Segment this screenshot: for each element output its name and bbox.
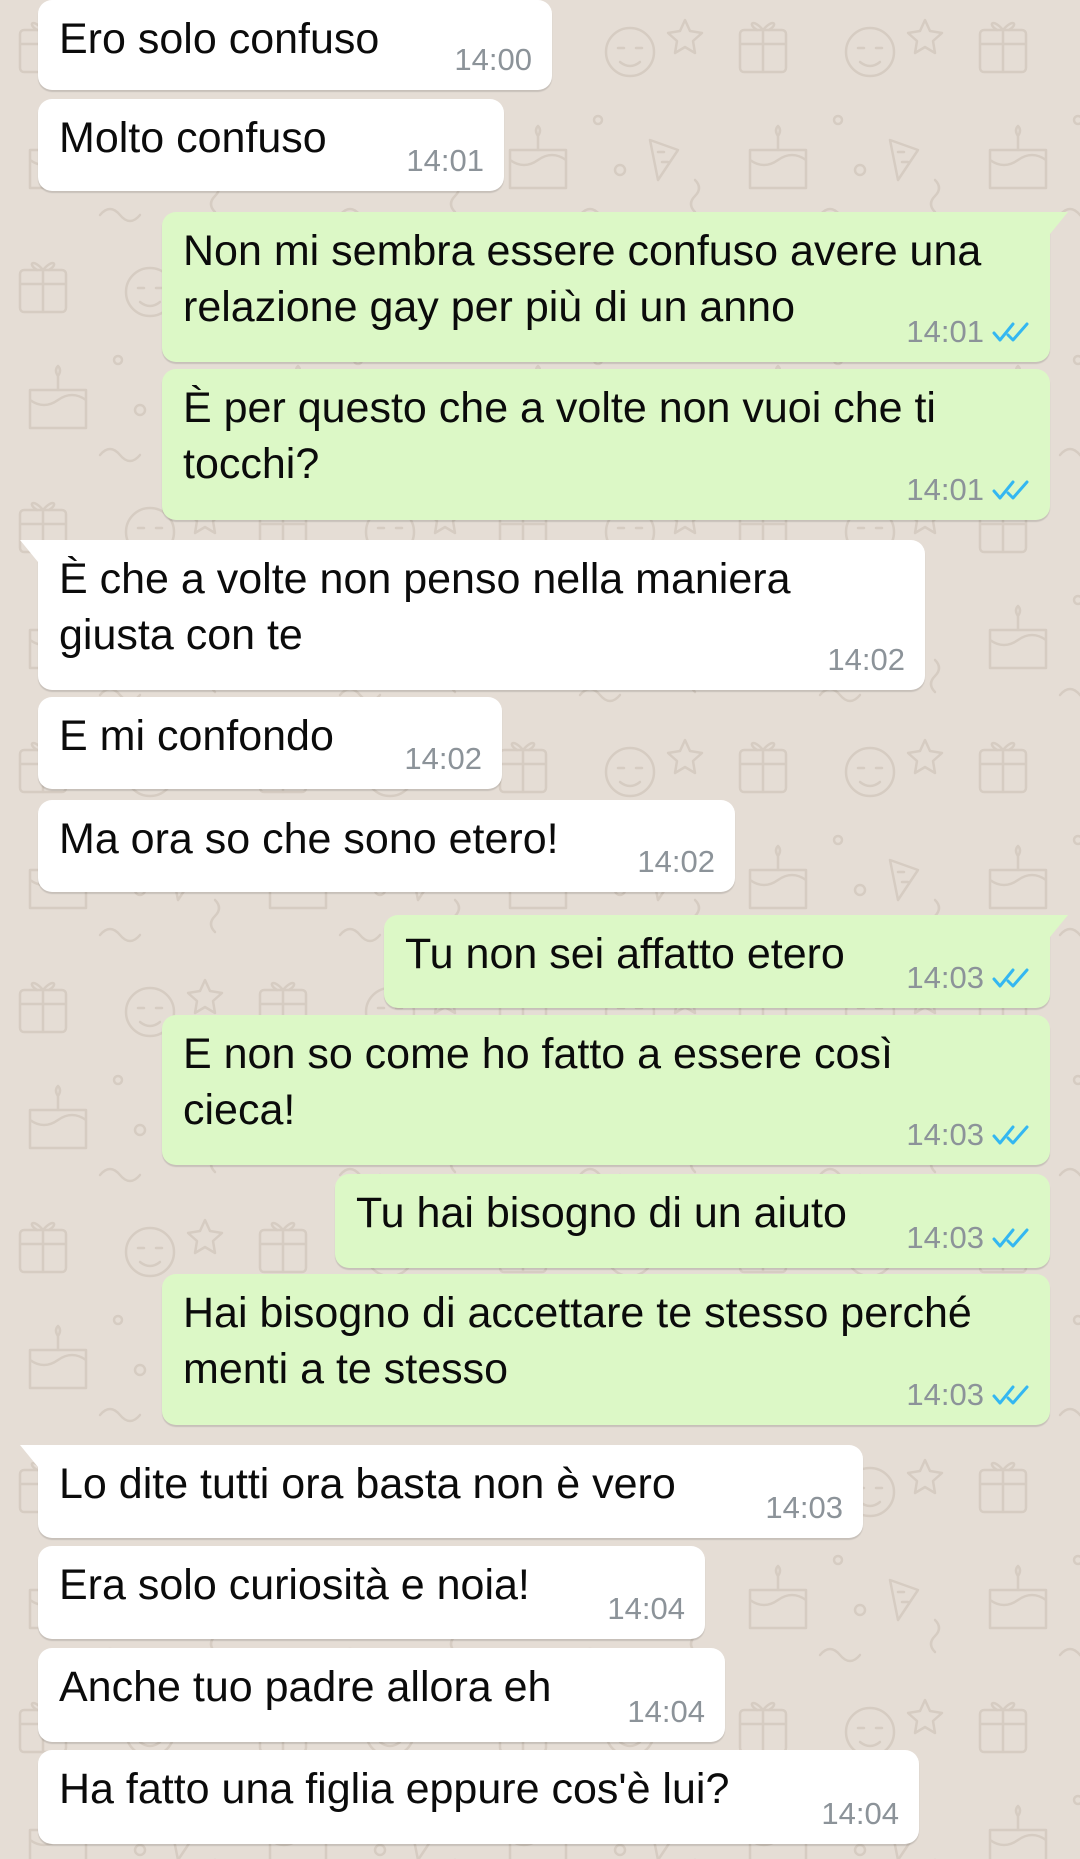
incoming-message[interactable]: Molto confuso 14:01 (38, 99, 504, 191)
outgoing-message[interactable]: Tu hai bisogno di un aiuto 14:03 (335, 1174, 1050, 1268)
outgoing-message[interactable]: Hai bisogno di accettare te stesso perch… (162, 1274, 1050, 1425)
message-time: 14:01 (906, 314, 984, 349)
incoming-message[interactable]: Ma ora so che sono etero! 14:02 (38, 800, 735, 892)
incoming-message[interactable]: Lo dite tutti ora basta non è vero 14:03 (20, 1445, 863, 1538)
outgoing-message[interactable]: È per questo che a volte non vuoi che ti… (162, 369, 1050, 520)
outgoing-message[interactable]: E non so come ho fatto a essere così cie… (162, 1015, 1050, 1165)
message-text: Ha fatto una figlia eppure cos'è lui? (59, 1765, 730, 1813)
double-check-icon (992, 480, 1029, 500)
message-text: Anche tuo padre allora eh (59, 1663, 552, 1711)
message-time: 14:03 (906, 1117, 984, 1152)
message-text: Lo dite tutti ora basta non è vero (59, 1460, 676, 1508)
incoming-message[interactable]: Ha fatto una figlia eppure cos'è lui? 14… (38, 1750, 919, 1844)
double-check-icon (992, 1228, 1029, 1248)
incoming-message[interactable]: E mi confondo 14:02 (38, 697, 502, 789)
message-time: 14:02 (827, 642, 905, 677)
message-time: 14:03 (906, 960, 984, 995)
message-text: E non so come ho fatto a essere così cie… (183, 1030, 905, 1134)
incoming-message[interactable]: Anche tuo padre allora eh 14:04 (38, 1648, 725, 1742)
message-time: 14:02 (637, 844, 715, 879)
message-time: 14:00 (454, 42, 532, 77)
incoming-message[interactable]: Ero solo confuso 14:00 (38, 0, 552, 90)
double-check-icon (992, 968, 1029, 988)
incoming-message[interactable]: È che a volte non penso nella maniera gi… (20, 540, 925, 690)
message-time: 14:04 (627, 1694, 705, 1729)
outgoing-message[interactable]: Tu non sei affatto etero 14:03 (384, 915, 1068, 1008)
double-check-icon (992, 1385, 1029, 1405)
message-list: Ero solo confuso 14:00 Molto confuso 14:… (0, 0, 1080, 1859)
message-time: 14:04 (607, 1591, 685, 1626)
message-text: Non mi sembra essere confuso avere una r… (183, 227, 994, 331)
double-check-icon (992, 1125, 1029, 1145)
message-text: Era solo curiosità e noia! (59, 1561, 530, 1609)
message-time: 14:03 (765, 1490, 843, 1525)
message-time: 14:04 (821, 1796, 899, 1831)
message-time: 14:01 (906, 472, 984, 507)
message-time: 14:02 (404, 741, 482, 776)
message-text: Hai bisogno di accettare te stesso perch… (183, 1289, 984, 1393)
incoming-message[interactable]: Era solo curiosità e noia! 14:04 (38, 1546, 705, 1639)
outgoing-message[interactable]: Non mi sembra essere confuso avere una r… (162, 212, 1068, 362)
message-text: È per questo che a volte non vuoi che ti… (183, 384, 948, 488)
message-time: 14:03 (906, 1220, 984, 1255)
double-check-icon (992, 322, 1029, 342)
message-time: 14:03 (906, 1377, 984, 1412)
message-text: È che a volte non penso nella maniera gi… (59, 555, 803, 659)
message-time: 14:01 (406, 143, 484, 178)
message-text: Ma ora so che sono etero! (59, 815, 559, 863)
